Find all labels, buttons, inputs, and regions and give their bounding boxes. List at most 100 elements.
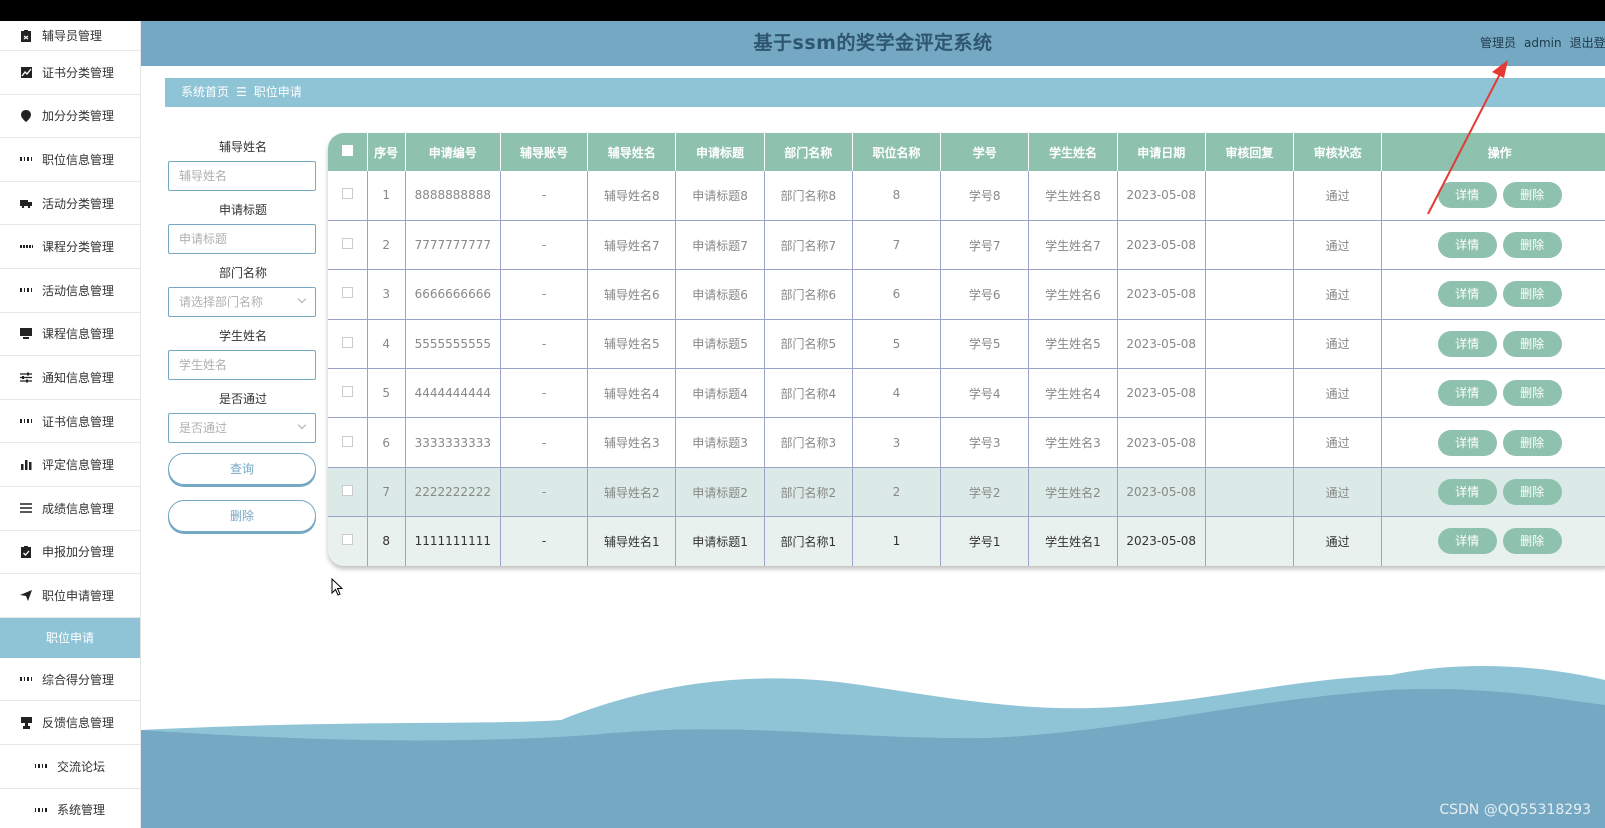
table-cell: 辅导姓名5 xyxy=(587,319,677,370)
row-checkbox[interactable] xyxy=(328,516,368,566)
detail-button[interactable]: 详情 xyxy=(1437,380,1497,407)
table-cell: 2023-05-08 xyxy=(1117,269,1206,320)
sidebar: 辅导员管理 证书分类管理 加分分类管理 职位信息管理 活动分类管理 课程分类管理… xyxy=(0,21,141,828)
watermark: CSDN @QQ55318293 xyxy=(1439,802,1591,818)
sidebar-item-feedback[interactable]: 反馈信息管理 xyxy=(0,701,140,745)
sidebar-item-position-apply-mgmt[interactable]: 职位申请管理 xyxy=(0,574,140,618)
sidebar-item-position-info[interactable]: 职位信息管理 xyxy=(0,138,140,182)
sidebar-item-forum[interactable]: 交流论坛 xyxy=(0,745,140,789)
sidebar-item-bonus-category[interactable]: 加分分类管理 xyxy=(0,95,140,139)
row-checkbox[interactable] xyxy=(328,417,368,468)
detail-button[interactable]: 详情 xyxy=(1437,182,1497,209)
row-checkbox[interactable] xyxy=(328,269,368,320)
sidebar-item-label: 系统管理 xyxy=(56,803,105,818)
department-select[interactable]: 请选择部门名称 xyxy=(168,287,316,317)
table-cell: 部门名称3 xyxy=(764,417,853,468)
delete-button[interactable]: 删除 xyxy=(1502,232,1562,259)
sidebar-item-system[interactable]: 系统管理 xyxy=(0,789,140,828)
detail-button[interactable]: 详情 xyxy=(1437,479,1497,506)
table-cell: 6 xyxy=(852,269,942,320)
table-cell: 2023-05-08 xyxy=(1117,368,1206,419)
row-checkbox[interactable] xyxy=(328,171,368,221)
table-cell: 部门名称4 xyxy=(764,368,853,419)
sidebar-item-bonus-apply[interactable]: 申报加分管理 xyxy=(0,531,140,575)
detail-button[interactable]: 详情 xyxy=(1437,232,1497,259)
approved-select[interactable]: 是否通过 xyxy=(168,413,316,443)
sidebar-item-counselor[interactable]: 辅导员管理 xyxy=(0,21,140,51)
sidebar-item-evaluation-info[interactable]: 评定信息管理 xyxy=(0,443,140,487)
sidebar-item-score-info[interactable]: 成绩信息管理 xyxy=(0,487,140,531)
logout-link[interactable]: 退出登录 xyxy=(1570,36,1605,50)
counselor-name-label: 辅导姓名 xyxy=(218,140,267,154)
department-label: 部门名称 xyxy=(218,266,267,280)
sidebar-item-course-info[interactable]: 课程信息管理 xyxy=(0,313,140,357)
row-checkbox[interactable] xyxy=(328,319,368,370)
table-cell: 4 xyxy=(852,368,942,419)
row-checkbox[interactable] xyxy=(328,220,368,271)
breadcrumb-home[interactable]: 系统首页 xyxy=(181,85,229,99)
student-name-input[interactable]: 学生姓名 xyxy=(168,350,316,380)
bulk-delete-button[interactable]: 删除 xyxy=(168,500,316,532)
detail-button[interactable]: 详情 xyxy=(1437,429,1497,456)
table-cell: 学号5 xyxy=(940,319,1030,370)
table-cell xyxy=(1205,417,1295,468)
sidebar-item-course-category[interactable]: 课程分类管理 xyxy=(0,225,140,269)
sidebar-item-notice-info[interactable]: 通知信息管理 xyxy=(0,356,140,400)
detail-button[interactable]: 详情 xyxy=(1437,330,1497,357)
column-header: 部门名称 xyxy=(764,133,853,171)
delete-button[interactable]: 删除 xyxy=(1502,528,1562,555)
sidebar-item-activity-category[interactable]: 活动分类管理 xyxy=(0,182,140,226)
table-cell: 2023-05-08 xyxy=(1117,220,1206,271)
sidebar-item-activity-info[interactable]: 活动信息管理 xyxy=(0,269,140,313)
table-cell: 2023-05-08 xyxy=(1117,516,1206,566)
table-cell: 2023-05-08 xyxy=(1117,171,1206,221)
sidebar-item-label: 反馈信息管理 xyxy=(42,716,115,731)
delete-button[interactable]: 删除 xyxy=(1502,182,1562,209)
grid-icon xyxy=(20,284,32,296)
column-header: 职位名称 xyxy=(852,133,942,171)
table-cell: 通过 xyxy=(1293,319,1383,370)
sidebar-item-position-apply[interactable]: 职位申请 xyxy=(0,617,140,658)
delete-button[interactable]: 删除 xyxy=(1502,380,1562,407)
table-cell xyxy=(1205,516,1295,566)
sidebar-item-overall-score[interactable]: 综合得分管理 xyxy=(0,658,140,702)
search-panel: 辅导姓名 辅导姓名 申请标题 申请标题 部门名称 请选择部门名称 学生姓名 学生… xyxy=(168,138,318,532)
table-cell: 辅导姓名4 xyxy=(587,368,677,419)
apply-title-input[interactable]: 申请标题 xyxy=(168,224,316,254)
delete-button[interactable]: 删除 xyxy=(1502,479,1562,506)
table-cell: 部门名称1 xyxy=(764,516,853,566)
sidebar-item-label: 证书分类管理 xyxy=(42,65,115,80)
table-cell: 学号3 xyxy=(940,417,1030,468)
sidebar-item-label: 职位申请管理 xyxy=(42,588,115,603)
sidebar-item-cert-info[interactable]: 证书信息管理 xyxy=(0,400,140,444)
delete-button[interactable]: 删除 xyxy=(1502,281,1562,308)
chevron-down-icon xyxy=(297,420,307,430)
sidebar-item-label: 辅导员管理 xyxy=(42,29,103,43)
table-cell: 1111111111 xyxy=(405,516,501,566)
mouse-cursor-icon xyxy=(331,578,343,596)
select-all-checkbox[interactable] xyxy=(328,133,368,171)
table-cell: 部门名称7 xyxy=(764,220,853,271)
breadcrumb-current: 职位申请 xyxy=(253,85,302,99)
sidebar-item-label: 通知信息管理 xyxy=(42,370,115,385)
app-title: 基于ssm的奖学金评定系统 xyxy=(753,32,993,54)
delete-button[interactable]: 删除 xyxy=(1502,330,1562,357)
detail-button[interactable]: 详情 xyxy=(1437,281,1497,308)
sidebar-item-cert-category[interactable]: 证书分类管理 xyxy=(0,51,140,95)
detail-button[interactable]: 详情 xyxy=(1437,528,1497,555)
grid-icon xyxy=(20,415,32,427)
row-checkbox[interactable] xyxy=(328,368,368,419)
grid-icon xyxy=(20,153,32,165)
table-cell: 学生姓名6 xyxy=(1028,269,1118,320)
table-cell: 通过 xyxy=(1293,417,1383,468)
table-cell: 申请标题5 xyxy=(675,319,765,370)
table-cell: 4444444444 xyxy=(405,368,501,419)
row-checkbox[interactable] xyxy=(328,467,368,518)
sidebar-item-label: 申报加分管理 xyxy=(42,545,115,560)
column-header: 序号 xyxy=(367,133,406,171)
table-cell xyxy=(1205,368,1295,419)
table-cell: 部门名称5 xyxy=(764,319,853,370)
query-button[interactable]: 查询 xyxy=(168,453,316,485)
counselor-name-input[interactable]: 辅导姓名 xyxy=(168,161,316,191)
delete-button[interactable]: 删除 xyxy=(1502,429,1562,456)
